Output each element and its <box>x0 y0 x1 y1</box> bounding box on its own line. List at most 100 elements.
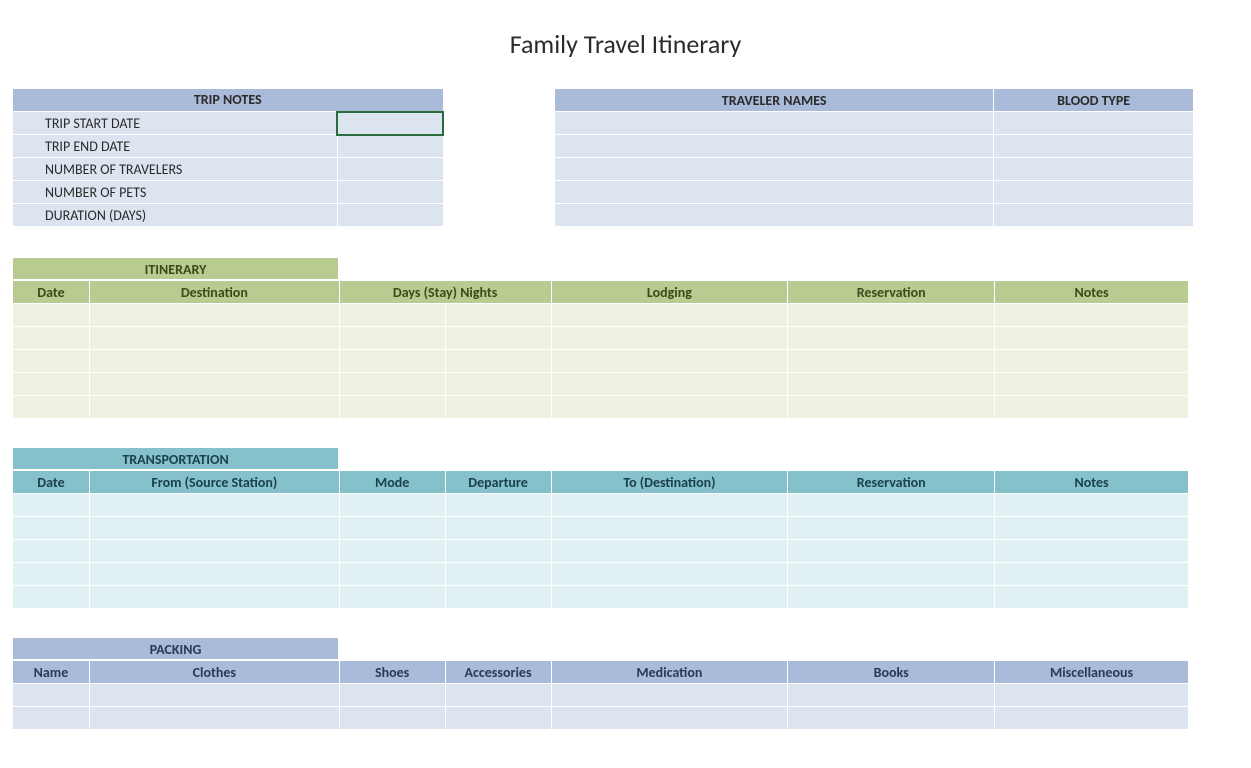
cell[interactable] <box>551 517 788 540</box>
cell[interactable] <box>445 327 551 350</box>
cell[interactable] <box>788 494 995 517</box>
cell[interactable] <box>445 586 551 609</box>
trip-notes-cell[interactable] <box>337 135 443 158</box>
cell[interactable] <box>339 396 445 419</box>
cell[interactable] <box>89 684 339 707</box>
cell[interactable] <box>995 396 1189 419</box>
cell[interactable] <box>551 373 788 396</box>
cell[interactable] <box>551 540 788 563</box>
cell[interactable] <box>339 563 445 586</box>
cell[interactable] <box>13 304 90 327</box>
cell[interactable] <box>89 517 339 540</box>
traveler-blood-cell[interactable] <box>994 112 1194 135</box>
cell[interactable] <box>788 684 995 707</box>
traveler-name-cell[interactable] <box>555 112 994 135</box>
cell[interactable] <box>445 350 551 373</box>
cell[interactable] <box>339 494 445 517</box>
cell[interactable] <box>551 494 788 517</box>
cell[interactable] <box>339 586 445 609</box>
cell[interactable] <box>339 684 445 707</box>
cell[interactable] <box>13 563 90 586</box>
traveler-name-cell[interactable] <box>555 158 994 181</box>
cell[interactable] <box>551 707 788 730</box>
cell[interactable] <box>445 373 551 396</box>
trip-notes-cell[interactable] <box>337 112 443 135</box>
traveler-blood-cell[interactable] <box>994 204 1194 227</box>
cell[interactable] <box>339 540 445 563</box>
trans-h-to: To (Destination) <box>551 471 788 494</box>
cell[interactable] <box>788 373 995 396</box>
cell[interactable] <box>995 494 1189 517</box>
cell[interactable] <box>339 707 445 730</box>
cell[interactable] <box>551 586 788 609</box>
cell[interactable] <box>995 540 1189 563</box>
cell[interactable] <box>788 350 995 373</box>
cell[interactable] <box>13 396 90 419</box>
cell[interactable] <box>13 586 90 609</box>
cell[interactable] <box>995 707 1189 730</box>
cell[interactable] <box>445 304 551 327</box>
cell[interactable] <box>995 563 1189 586</box>
cell[interactable] <box>551 327 788 350</box>
traveler-blood-cell[interactable] <box>994 181 1194 204</box>
trip-notes-cell[interactable] <box>337 204 443 227</box>
cell[interactable] <box>788 540 995 563</box>
cell[interactable] <box>445 494 551 517</box>
cell[interactable] <box>551 396 788 419</box>
cell[interactable] <box>89 540 339 563</box>
trip-notes-cell[interactable] <box>337 158 443 181</box>
cell[interactable] <box>13 707 90 730</box>
cell[interactable] <box>89 707 339 730</box>
cell[interactable] <box>445 540 551 563</box>
traveler-name-cell[interactable] <box>555 135 994 158</box>
cell[interactable] <box>89 350 339 373</box>
cell[interactable] <box>89 563 339 586</box>
cell[interactable] <box>13 684 90 707</box>
cell[interactable] <box>13 350 90 373</box>
cell[interactable] <box>995 327 1189 350</box>
traveler-name-cell[interactable] <box>555 204 994 227</box>
traveler-name-cell[interactable] <box>555 181 994 204</box>
cell[interactable] <box>339 327 445 350</box>
cell[interactable] <box>551 350 788 373</box>
traveler-blood-cell[interactable] <box>994 135 1194 158</box>
cell[interactable] <box>445 707 551 730</box>
cell[interactable] <box>995 586 1189 609</box>
cell[interactable] <box>788 517 995 540</box>
cell[interactable] <box>13 494 90 517</box>
cell[interactable] <box>788 707 995 730</box>
cell[interactable] <box>445 684 551 707</box>
cell[interactable] <box>89 327 339 350</box>
cell[interactable] <box>89 396 339 419</box>
cell[interactable] <box>551 304 788 327</box>
cell[interactable] <box>995 684 1189 707</box>
cell[interactable] <box>995 350 1189 373</box>
cell[interactable] <box>995 517 1189 540</box>
cell[interactable] <box>13 540 90 563</box>
cell[interactable] <box>788 396 995 419</box>
cell[interactable] <box>445 517 551 540</box>
cell[interactable] <box>788 304 995 327</box>
cell[interactable] <box>339 373 445 396</box>
cell[interactable] <box>89 586 339 609</box>
cell[interactable] <box>788 327 995 350</box>
cell[interactable] <box>339 304 445 327</box>
cell[interactable] <box>995 304 1189 327</box>
cell[interactable] <box>13 373 90 396</box>
cell[interactable] <box>445 563 551 586</box>
traveler-blood-cell[interactable] <box>994 158 1194 181</box>
cell[interactable] <box>551 563 788 586</box>
trip-notes-cell[interactable] <box>337 181 443 204</box>
cell[interactable] <box>339 517 445 540</box>
cell[interactable] <box>13 327 90 350</box>
cell[interactable] <box>339 350 445 373</box>
cell[interactable] <box>89 373 339 396</box>
cell[interactable] <box>445 396 551 419</box>
cell[interactable] <box>89 304 339 327</box>
cell[interactable] <box>995 373 1189 396</box>
cell[interactable] <box>13 517 90 540</box>
cell[interactable] <box>551 684 788 707</box>
cell[interactable] <box>788 563 995 586</box>
cell[interactable] <box>89 494 339 517</box>
cell[interactable] <box>788 586 995 609</box>
